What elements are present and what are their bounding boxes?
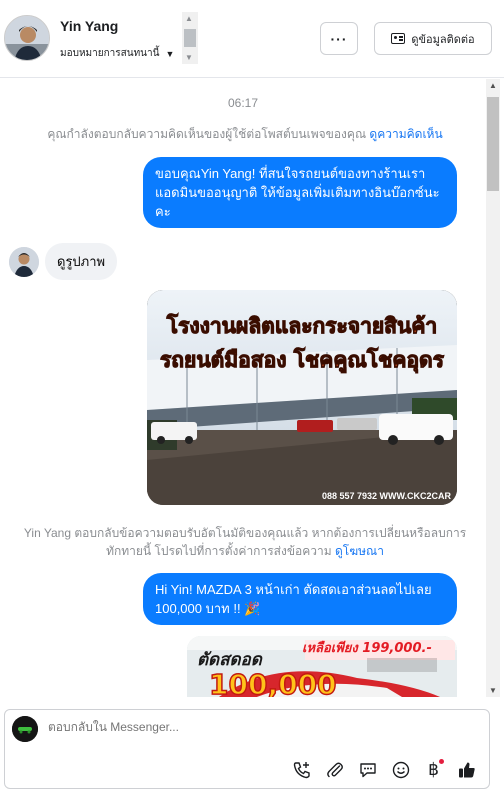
incoming-message[interactable]: ดูรูปภาพ <box>45 243 118 280</box>
attach-icon[interactable] <box>324 759 345 780</box>
image-title-line1: โรงงานผลิตและกระจายสินค้า <box>166 314 438 339</box>
baht-icon[interactable]: ฿ <box>423 759 444 780</box>
page-avatar <box>12 716 38 742</box>
sender-avatar[interactable] <box>9 247 39 277</box>
assign-conversation-dropdown[interactable]: มอบหมายการสนทนานี้ ▼ <box>60 46 174 61</box>
view-contact-info-label: ดูข้อมูลติดต่อ <box>411 33 475 46</box>
view-contact-info-button[interactable]: ดูข้อมูลติดต่อ <box>374 22 492 55</box>
contact-name[interactable]: Yin Yang <box>60 18 118 34</box>
scroll-up-icon[interactable]: ▲ <box>185 14 193 23</box>
assign-scrollbar[interactable]: ▲ ▼ <box>182 12 198 64</box>
reply-comment-notice-text: คุณกำลังตอบกลับความคิดเห็นของผู้ใช้ต่อโพ… <box>47 127 367 141</box>
showroom-image[interactable]: โรงงานผลิตและกระจายสินค้า รถยนต์มือสอง โ… <box>147 290 457 505</box>
thumbs-up-icon[interactable] <box>456 759 477 780</box>
auto-reply-notice: Yin Yang ตอบกลับข้อความตอบรับอัตโนมัติขอ… <box>10 524 480 560</box>
call-add-icon[interactable] <box>291 759 312 780</box>
promo-discount: 100,000 <box>208 667 337 697</box>
thread-scrollbar[interactable]: ▲ ▼ <box>486 79 500 697</box>
emoji-icon[interactable] <box>390 759 411 780</box>
view-ad-link[interactable]: ดูโฆษณา <box>335 544 384 558</box>
scroll-thumb[interactable] <box>487 97 499 191</box>
more-options-label: ··· <box>330 30 348 47</box>
more-options-button[interactable]: ··· <box>320 22 358 55</box>
chat-bubble-icon[interactable] <box>357 759 378 780</box>
promo-image[interactable]: ตัดสดอด เหลือเพียง 199,000.- 100,000 <box>187 636 457 697</box>
message-timestamp: 06:17 <box>227 96 259 110</box>
promo-price: เหลือเพียง 199,000.- <box>302 641 432 656</box>
outgoing-message[interactable]: Hi Yin! MAZDA 3 หน้าเก่า ตัดสดเอาส่วนลดไ… <box>143 573 457 625</box>
conversation-header: Yin Yang มอบหมายการสนทนานี้ ▼ ▲ ▼ ··· ดู… <box>0 0 504 78</box>
outgoing-message[interactable]: ขอบคุณYin Yang! ที่สนใจรถยนต์ของทางร้านเ… <box>143 157 457 228</box>
baht-symbol: ฿ <box>428 759 439 779</box>
assign-label: มอบหมายการสนทนานี้ <box>60 48 160 59</box>
message-input[interactable] <box>48 720 428 734</box>
image-title-line2: รถยนต์มือสอง โชคคูณโชคอุดร <box>160 348 445 373</box>
auto-reply-notice-text: Yin Yang ตอบกลับข้อความตอบรับอัตโนมัติขอ… <box>23 526 467 558</box>
composer-box[interactable]: ฿ <box>4 709 490 789</box>
caret-down-icon: ▼ <box>165 48 175 59</box>
scroll-thumb[interactable] <box>184 29 196 47</box>
contact-card-icon <box>391 33 406 44</box>
scroll-down-icon[interactable]: ▼ <box>489 686 497 695</box>
contact-avatar[interactable] <box>4 15 50 61</box>
composer-toolbar: ฿ <box>291 759 477 780</box>
reply-comment-notice: คุณกำลังตอบกลับความคิดเห็นของผู้ใช้ต่อโพ… <box>10 125 480 143</box>
scroll-up-icon[interactable]: ▲ <box>489 81 497 90</box>
scroll-down-icon[interactable]: ▼ <box>185 53 193 62</box>
message-thread[interactable]: 06:17 คุณกำลังตอบกลับความคิดเห็นของผู้ใช… <box>0 79 504 697</box>
view-comment-link[interactable]: ดูความคิดเห็น <box>369 127 442 141</box>
composer: ฿ <box>0 697 504 796</box>
image-phone-text: 088 557 7932 WWW.CKC2CAR <box>321 491 451 501</box>
notification-dot <box>439 759 444 764</box>
